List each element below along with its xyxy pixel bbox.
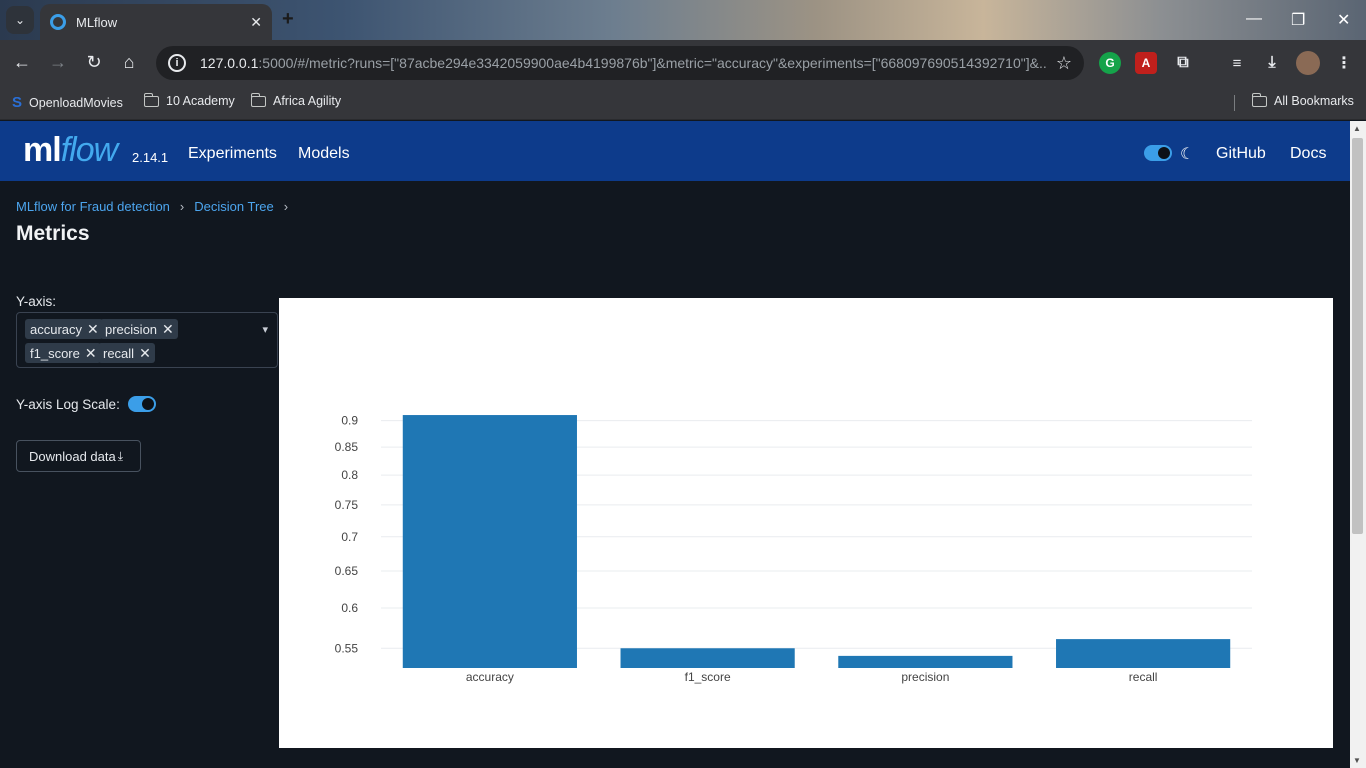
chevron-down-icon[interactable]: ▾ — [262, 323, 268, 336]
bookmarks-bar: S OpenloadMovies 10 Academy Africa Agili… — [0, 86, 1366, 120]
restore-icon[interactable]: ❐ — [1291, 10, 1305, 30]
download-icon: ⤓ — [117, 448, 124, 463]
minimize-icon[interactable]: — — [1246, 10, 1262, 28]
profile-avatar[interactable] — [1296, 51, 1320, 75]
forward-arrow-icon[interactable]: → — [47, 52, 69, 73]
moon-icon: ☾ — [1180, 146, 1195, 163]
bookmark-openloadmovies[interactable]: S OpenloadMovies — [12, 94, 123, 111]
log-scale-toggle[interactable] — [128, 396, 156, 412]
metric-tag-f1-score: f1_score ✕ — [25, 343, 101, 363]
pdf-extension-icon[interactable]: A — [1135, 52, 1157, 74]
bookmark-10-academy[interactable]: 10 Academy — [143, 92, 235, 108]
x-tick-label: accuracy — [466, 670, 514, 684]
metric-plot[interactable]: 0.55 0.6 0.65 0.7 0.75 0.8 0.85 0.9 accuracy f1_s… — [279, 298, 1333, 748]
scroll-down-icon[interactable]: ▼ — [1353, 756, 1361, 765]
new-tab-button[interactable]: + — [282, 8, 302, 32]
nav-experiments[interactable]: Experiments — [188, 145, 277, 163]
bar-accuracy[interactable] — [402, 415, 577, 668]
remove-tag-icon[interactable]: ✕ — [87, 321, 99, 338]
metric-tag-precision: precision ✕ — [100, 319, 178, 339]
browser-tab-bar: ⌄ MLflow ✕ + — ❐ ✕ — [0, 0, 1366, 40]
y-tick-label: 0.65 — [335, 564, 359, 578]
reload-icon[interactable]: ↻ — [83, 52, 105, 73]
breadcrumb-experiment[interactable]: MLflow for Fraud detection — [16, 199, 170, 214]
media-queue-icon[interactable]: ≡ — [1226, 52, 1248, 74]
bar-chart[interactable]: 0.55 0.6 0.65 0.7 0.75 0.8 0.85 0.9 accuracy f1_s… — [279, 298, 1333, 748]
x-tick-label: f1_score — [685, 670, 731, 684]
dark-mode-toggle[interactable] — [1144, 145, 1172, 161]
logo-ml: ml — [23, 131, 62, 169]
bar-recall[interactable] — [1056, 639, 1231, 668]
scroll-up-icon[interactable]: ▲ — [1353, 124, 1361, 133]
y-tick-label: 0.55 — [335, 641, 359, 655]
bookmark-africa-agility[interactable]: Africa Agility — [250, 92, 342, 108]
nav-models[interactable]: Models — [298, 145, 350, 163]
download-label: Download data — [29, 448, 116, 464]
tag-label: recall — [103, 345, 135, 361]
logo-flow: flow — [60, 131, 118, 169]
tab-search-button[interactable]: ⌄ — [6, 6, 34, 34]
y-tick-label: 0.6 — [341, 601, 358, 615]
browser-tab[interactable]: MLflow ✕ — [40, 4, 272, 40]
downloads-icon[interactable]: ⤓ — [1261, 52, 1283, 74]
yaxis-label: Y-axis: — [16, 294, 57, 309]
bar-precision[interactable] — [838, 655, 1013, 668]
all-bookmarks[interactable]: All Bookmarks — [1251, 92, 1354, 108]
bookmarks-divider — [1234, 95, 1235, 111]
chevron-right-icon: › — [283, 199, 289, 214]
mlflow-logo[interactable]: mlflow — [23, 131, 118, 170]
docs-link[interactable]: Docs — [1290, 145, 1326, 163]
home-icon[interactable]: ⌂ — [118, 52, 140, 73]
bookmark-label: 10 Academy — [166, 94, 235, 108]
y-tick-label: 0.8 — [341, 468, 358, 482]
x-tick-label: recall — [1129, 670, 1158, 684]
remove-tag-icon[interactable]: ✕ — [85, 345, 97, 362]
metric-tag-recall: recall ✕ — [98, 343, 155, 363]
bookmark-label: Africa Agility — [273, 94, 342, 108]
window-close-icon[interactable]: ✕ — [1337, 10, 1350, 30]
github-link[interactable]: GitHub — [1216, 145, 1266, 163]
x-tick-label: precision — [901, 670, 949, 684]
grammarly-extension-icon[interactable]: G — [1099, 52, 1121, 74]
version-label: 2.14.1 — [132, 150, 169, 165]
y-tick-label: 0.85 — [335, 440, 359, 454]
page-title: Metrics — [16, 222, 90, 245]
chevron-right-icon: › — [179, 199, 185, 214]
download-data-button[interactable]: Download data ⤓ — [16, 440, 141, 472]
tab-title: MLflow — [76, 14, 118, 30]
openload-favicon-icon: S — [12, 94, 23, 111]
url-text[interactable]: 127.0.0.1:5000/#/metric?runs=["87acbe294… — [200, 55, 1048, 71]
mlflow-favicon-icon — [50, 14, 66, 30]
folder-icon — [1251, 92, 1267, 107]
yaxis-metric-select[interactable]: accuracy ✕ precision ✕ f1_score ✕ recall… — [16, 312, 278, 368]
mlflow-header: mlflow 2.14.1 Experiments Models GitHub … — [0, 121, 1350, 181]
url-bar[interactable]: i 127.0.0.1:5000/#/metric?runs=["87acbe2… — [156, 46, 1084, 80]
breadcrumb-run[interactable]: Decision Tree — [194, 199, 273, 214]
tag-label: f1_score — [30, 345, 80, 361]
remove-tag-icon[interactable]: ✕ — [139, 345, 151, 362]
tag-label: accuracy — [30, 321, 83, 337]
extensions-puzzle-icon[interactable]: ⧉ — [1172, 52, 1194, 74]
address-toolbar: ← → ↻ ⌂ i 127.0.0.1:5000/#/metric?runs=[… — [0, 40, 1366, 86]
folder-icon — [250, 92, 266, 107]
metric-tag-accuracy: accuracy ✕ — [25, 319, 103, 339]
tab-close-icon[interactable]: ✕ — [250, 14, 262, 31]
bookmark-star-icon[interactable]: ☆ — [1056, 53, 1072, 74]
folder-icon — [143, 92, 159, 107]
scrollbar-thumb[interactable] — [1352, 138, 1363, 534]
back-arrow-icon[interactable]: ← — [11, 52, 33, 73]
bookmark-label: All Bookmarks — [1274, 94, 1354, 108]
y-tick-label: 0.75 — [335, 498, 359, 512]
log-scale-label: Y-axis Log Scale: — [16, 397, 120, 412]
y-tick-label: 0.9 — [341, 414, 358, 428]
breadcrumb: MLflow for Fraud detection › Decision Tr… — [16, 199, 288, 214]
bar-f1-score[interactable] — [620, 648, 795, 668]
remove-tag-icon[interactable]: ✕ — [162, 321, 174, 338]
tag-label: precision — [105, 321, 158, 337]
y-tick-label: 0.7 — [341, 530, 358, 544]
browser-menu-icon[interactable]: ⋮ — [1333, 52, 1355, 74]
bookmark-label: OpenloadMovies — [29, 95, 123, 110]
site-info-icon[interactable]: i — [168, 54, 186, 72]
